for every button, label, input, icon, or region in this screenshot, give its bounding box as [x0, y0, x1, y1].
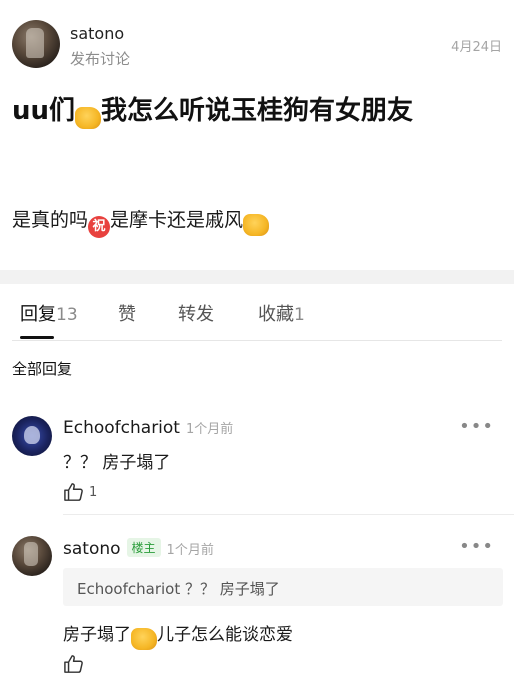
author-avatar[interactable]: [12, 20, 60, 68]
post-type-label: 发布讨论: [70, 50, 131, 68]
fist-emoji-icon: ✊: [243, 214, 270, 236]
quote-author: Echoofchariot: [77, 580, 181, 598]
comment-author: satono 楼主 1个月前: [63, 538, 214, 559]
tab-likes[interactable]: 赞: [118, 300, 136, 326]
commenter-avatar[interactable]: [12, 416, 52, 456]
comment-item: satono 楼主 1个月前 ••• Echoofchariot ？？ 房子塌了 房…: [0, 536, 514, 684]
like-button[interactable]: [63, 654, 85, 674]
comment-text-part2: 儿子怎么能谈恋爱: [157, 625, 293, 645]
post-header: satono 发布讨论 4月24日: [0, 0, 514, 80]
tab-reposts[interactable]: 转发: [178, 300, 214, 326]
post-author-name[interactable]: satono: [70, 24, 124, 43]
comment-time: 1个月前: [166, 543, 214, 558]
more-options-icon[interactable]: •••: [459, 536, 494, 557]
thumbs-up-icon: [64, 483, 83, 501]
section-divider: [0, 270, 514, 284]
tab-replies-count: 13: [56, 305, 78, 325]
comment-text: ？？ 房子塌了: [63, 453, 171, 473]
comment-text-part1: 房子塌了: [63, 625, 131, 645]
tab-favorites[interactable]: 收藏1: [258, 300, 305, 326]
post-title-part2: 我怎么听说玉桂狗有女朋友: [101, 96, 414, 126]
quoted-reply[interactable]: Echoofchariot ？？ 房子塌了: [63, 568, 503, 606]
tab-reposts-label: 转发: [178, 304, 214, 325]
comment-time: 1个月前: [185, 422, 234, 437]
tab-replies[interactable]: 回复13: [20, 300, 78, 326]
comment-item: Echoofchariot 1个月前 ••• ？？ 房子塌了 1: [0, 416, 514, 516]
thumbs-up-icon: [64, 655, 83, 673]
like-count: 1: [89, 484, 98, 500]
comment-author-name[interactable]: Echoofchariot: [63, 418, 180, 438]
more-options-icon[interactable]: •••: [459, 416, 494, 437]
all-replies-heading[interactable]: 全部回复: [12, 358, 72, 379]
fist-emoji-icon: ✊: [75, 107, 102, 129]
comment-author: Echoofchariot 1个月前: [63, 418, 233, 438]
commenter-avatar[interactable]: [12, 536, 52, 576]
post-title: uu们✊我怎么听说玉桂狗有女朋友: [12, 90, 492, 132]
post-title-part1: uu们: [12, 96, 76, 126]
comment-text: 房子塌了✊儿子怎么能谈恋爱: [63, 620, 293, 650]
quote-text: ？？ 房子塌了: [185, 580, 280, 598]
interaction-tabs: 回复13 赞 转发 收藏1: [0, 300, 514, 340]
tab-favorites-count: 1: [294, 305, 305, 325]
comment-divider: [63, 514, 514, 515]
fist-emoji-icon: ✊: [131, 628, 157, 650]
tab-likes-label: 赞: [118, 304, 136, 325]
op-badge: 楼主: [126, 538, 161, 557]
post-content-part1: 是真的吗: [12, 209, 89, 231]
tab-replies-label: 回复: [20, 304, 56, 325]
active-tab-indicator: [20, 336, 54, 339]
post-date: 4月24日: [451, 40, 502, 55]
comment-author-name[interactable]: satono: [63, 539, 121, 559]
tabs-divider: [12, 340, 502, 341]
tab-favorites-label: 收藏: [258, 304, 294, 325]
post-content-part2: 是摩卡还是戚风: [110, 209, 244, 231]
like-button[interactable]: 1: [63, 482, 97, 502]
zhu-emoji-icon: 祝: [88, 216, 111, 238]
post-content: 是真的吗祝是摩卡还是戚风✊: [12, 205, 502, 238]
